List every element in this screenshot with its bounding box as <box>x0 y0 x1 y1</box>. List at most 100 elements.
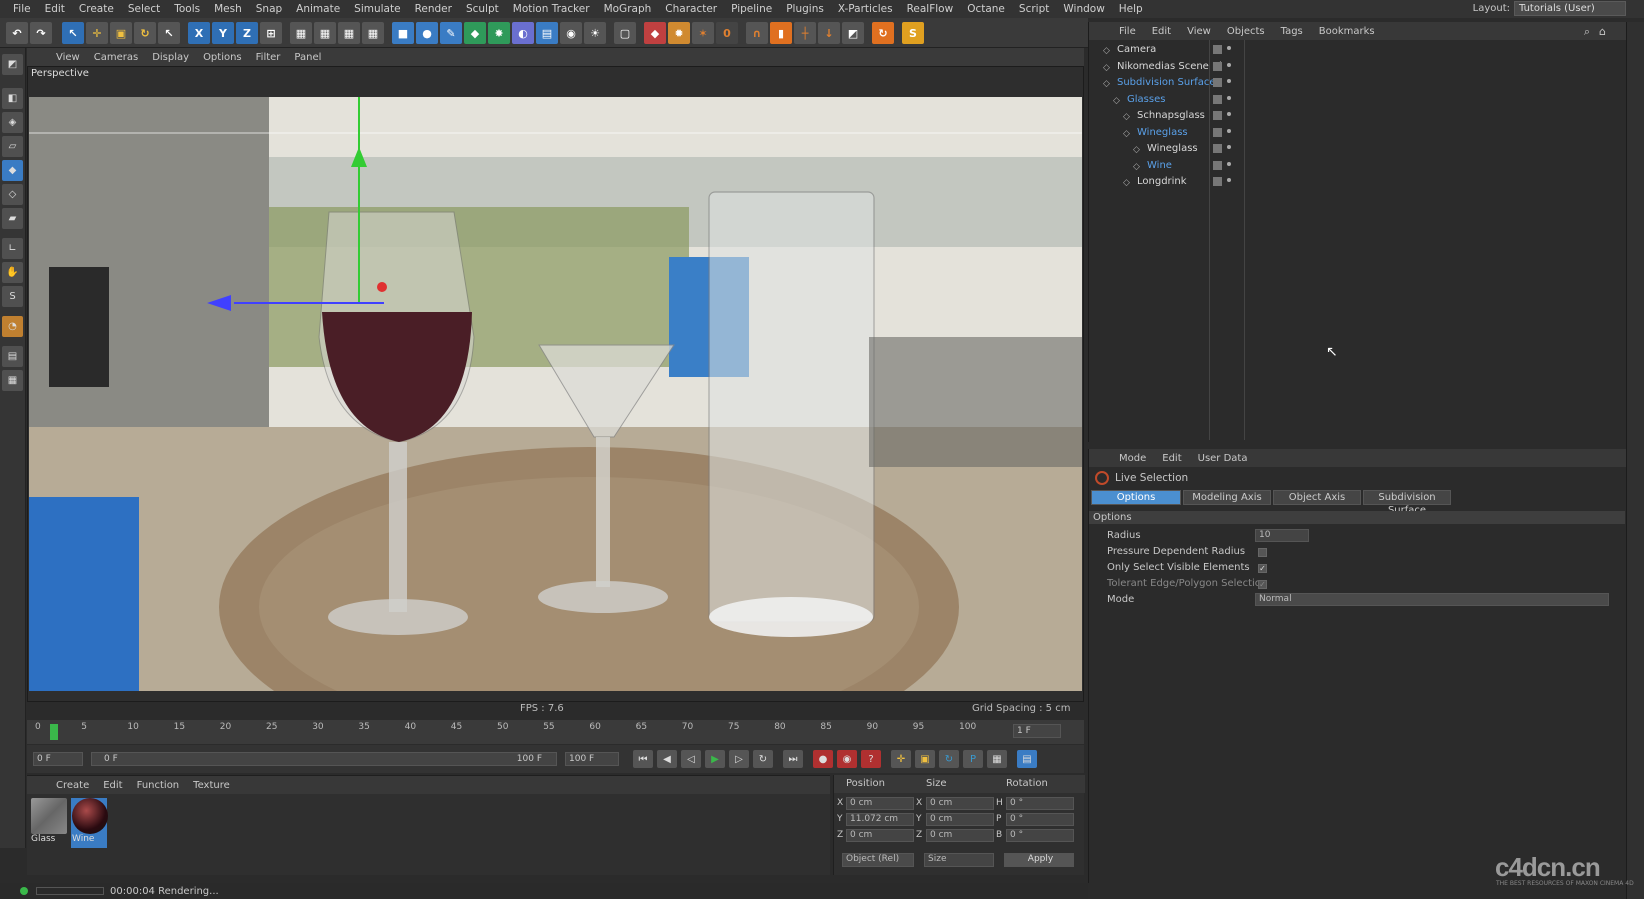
viewport-menu-options[interactable]: Options <box>196 52 249 63</box>
pressure-checkbox[interactable] <box>1258 548 1267 557</box>
visibility-icon[interactable] <box>1213 111 1222 120</box>
menu-item-mesh[interactable]: Mesh <box>207 0 249 18</box>
visibility-icon[interactable] <box>1213 177 1222 186</box>
next-frame-icon[interactable]: ▷ <box>729 750 749 768</box>
menu-item-animate[interactable]: Animate <box>289 0 347 18</box>
camera-icon[interactable]: ◉ <box>560 22 582 44</box>
menu-item-motion-tracker[interactable]: Motion Tracker <box>506 0 597 18</box>
visibility-icon[interactable] <box>1213 160 1222 170</box>
menu-item-simulate[interactable]: Simulate <box>347 0 407 18</box>
layout-dropdown[interactable]: Tutorials (User) <box>1514 1 1626 16</box>
key-rotation-icon[interactable]: ↻ <box>939 750 959 768</box>
extra-tool-icon[interactable]: ◩ <box>842 22 864 44</box>
make-editable-icon[interactable]: ◩ <box>2 54 23 75</box>
render-dot-icon[interactable] <box>1227 178 1231 182</box>
mode-dropdown[interactable]: Normal <box>1255 593 1609 606</box>
visible-only-checkbox[interactable]: ✓ <box>1258 564 1267 573</box>
xparticles-icon[interactable]: ✶ <box>692 22 714 44</box>
tweak-icon[interactable]: ✋ <box>2 262 23 283</box>
menu-item-pipeline[interactable]: Pipeline <box>724 0 779 18</box>
scale-icon[interactable]: ▣ <box>110 22 132 44</box>
attribute-menu-user-data[interactable]: User Data <box>1190 453 1256 464</box>
home-icon[interactable]: ⌂ <box>1599 25 1606 38</box>
workplane-icon[interactable]: ▱ <box>2 136 23 157</box>
timeline-icon[interactable]: ↓ <box>818 22 840 44</box>
render-view-icon[interactable]: ▦ <box>290 22 312 44</box>
menu-item-edit[interactable]: Edit <box>38 0 72 18</box>
menu-item-snap[interactable]: Snap <box>249 0 289 18</box>
lock-icon[interactable]: ▤ <box>2 346 23 367</box>
coord-rotation-field[interactable]: 0 ° <box>1006 829 1074 842</box>
object-row[interactable]: ◇ Longdrink <box>1089 173 1625 190</box>
search-icon[interactable]: ⌕ <box>1584 25 1590 39</box>
coord-mode-dropdown[interactable]: Object (Rel) <box>842 853 914 867</box>
rotate-icon[interactable]: ↻ <box>134 22 156 44</box>
object-row[interactable]: ◇ Wineglass <box>1089 124 1625 141</box>
coord-size-field[interactable]: 0 cm <box>926 797 994 810</box>
loop-icon[interactable]: ↻ <box>753 750 773 768</box>
playhead[interactable] <box>50 724 58 740</box>
visibility-icon[interactable] <box>1213 45 1222 54</box>
apply-button[interactable]: Apply <box>1004 853 1074 867</box>
x-axis-icon[interactable]: X <box>188 22 210 44</box>
object-menu-tags[interactable]: Tags <box>1273 26 1311 37</box>
start-frame-field[interactable]: 0 F <box>33 752 83 766</box>
gear-icon[interactable]: ✹ <box>668 22 690 44</box>
coord-rotation-field[interactable]: 0 ° <box>1006 813 1074 826</box>
render-picture-viewer-icon[interactable]: ▦ <box>314 22 336 44</box>
menu-item-create[interactable]: Create <box>72 0 121 18</box>
menu-item-mograph[interactable]: MoGraph <box>597 0 659 18</box>
material-glass[interactable]: Glass <box>31 798 67 848</box>
end-frame-field[interactable]: 100 F <box>565 752 619 766</box>
object-menu-objects[interactable]: Objects <box>1219 26 1273 37</box>
go-start-icon[interactable]: ⏮ <box>633 750 653 768</box>
edit-render-settings-icon[interactable]: ▦ <box>338 22 360 44</box>
visibility-icon[interactable] <box>1213 144 1222 153</box>
texture-mode-icon[interactable]: ◈ <box>2 112 23 133</box>
octane-icon[interactable]: ▮ <box>770 22 792 44</box>
visibility-icon[interactable] <box>1213 127 1222 137</box>
keyframe-selection-icon[interactable]: ? <box>861 750 881 768</box>
menu-item-realflow[interactable]: RealFlow <box>900 0 961 18</box>
render-dot-icon[interactable] <box>1227 79 1231 83</box>
menu-item-tools[interactable]: Tools <box>167 0 207 18</box>
prev-frame-icon[interactable]: ◁ <box>681 750 701 768</box>
tab-options[interactable]: Options <box>1091 490 1181 505</box>
object-menu-bookmarks[interactable]: Bookmarks <box>1311 26 1383 37</box>
picture-viewer-icon[interactable]: ▢ <box>614 22 636 44</box>
menu-item-select[interactable]: Select <box>121 0 167 18</box>
autokey-icon[interactable]: ◉ <box>837 750 857 768</box>
script-icon[interactable]: S <box>902 22 924 44</box>
material-wine[interactable]: Wine <box>71 798 108 848</box>
viewport-menu-filter[interactable]: Filter <box>249 52 288 63</box>
render-dot-icon[interactable] <box>1227 128 1231 133</box>
render-dot-icon[interactable] <box>1227 95 1231 100</box>
coord-size-field[interactable]: 0 cm <box>926 813 994 826</box>
key-position-icon[interactable]: ✛ <box>891 750 911 768</box>
key-scale-icon[interactable]: ▣ <box>915 750 935 768</box>
object-row[interactable]: ◇ Wine <box>1089 157 1625 174</box>
key-pla-icon[interactable]: ▦ <box>987 750 1007 768</box>
object-row[interactable]: ◇ Camera <box>1089 41 1625 58</box>
axis-icon[interactable]: ∟ <box>2 238 23 259</box>
material-menu-create[interactable]: Create <box>49 780 96 791</box>
menu-item-sculpt[interactable]: Sculpt <box>459 0 506 18</box>
cube-icon[interactable]: ■ <box>392 22 414 44</box>
viewport-menu-view[interactable]: View <box>49 52 87 63</box>
array-icon[interactable]: ✸ <box>488 22 510 44</box>
menu-item-octane[interactable]: Octane <box>960 0 1012 18</box>
magnet-icon[interactable]: ∩ <box>746 22 768 44</box>
material-menu-function[interactable]: Function <box>130 780 187 791</box>
tab-object-axis[interactable]: Object Axis <box>1273 490 1361 505</box>
generator-icon[interactable]: ◆ <box>464 22 486 44</box>
material-menu-texture[interactable]: Texture <box>186 780 237 791</box>
frame-range-slider[interactable]: 0 F 100 F <box>91 752 557 766</box>
z-axis-icon[interactable]: Z <box>236 22 258 44</box>
edges-mode-icon[interactable]: ◇ <box>2 184 23 205</box>
render-dot-icon[interactable] <box>1227 112 1231 116</box>
object-row[interactable]: ◇ Wineglass <box>1089 140 1625 157</box>
plugin-icon[interactable]: ◆ <box>644 22 666 44</box>
menu-item-file[interactable]: File <box>6 0 38 18</box>
menu-item-render[interactable]: Render <box>408 0 459 18</box>
polygons-mode-icon[interactable]: ▰ <box>2 208 23 229</box>
